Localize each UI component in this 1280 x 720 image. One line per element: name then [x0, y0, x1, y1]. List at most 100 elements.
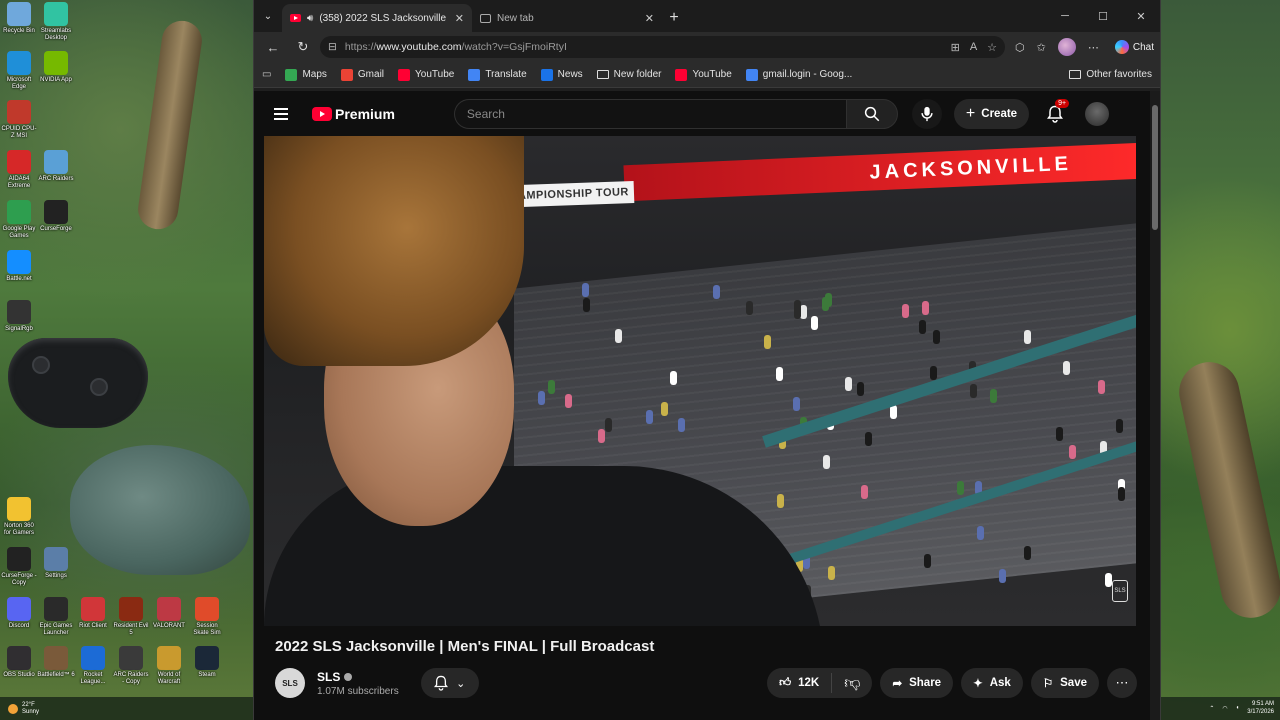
desktop-icon[interactable]: ARC Raiders - Copy [112, 646, 150, 686]
search-input[interactable]: Search [453, 98, 846, 129]
desktop-icon[interactable]: OBS Studio [0, 646, 38, 679]
search-button[interactable] [845, 98, 898, 129]
ask-button[interactable]: ✦ Ask [961, 668, 1023, 698]
scrollbar-thumb[interactable] [1152, 105, 1158, 230]
brand-label: Premium [335, 105, 395, 122]
dislike-button[interactable]: 👎︎ [832, 674, 872, 693]
chevron-up-icon[interactable]: ⌃ [1209, 705, 1214, 712]
video-player[interactable]: JACKSONVILLE NG CHAMPIONSHIP TOUR SLS [264, 136, 1136, 626]
more-actions-button[interactable]: ⋯ [1107, 668, 1137, 698]
desktop-icon[interactable]: SignalRgb [0, 300, 38, 333]
bookmark-item[interactable]: Gmail [340, 68, 384, 81]
save-button[interactable]: ⚐ Save [1030, 668, 1099, 698]
voice-search-button[interactable] [911, 98, 942, 129]
channel-name-row[interactable]: SLS [317, 670, 399, 684]
arc-raiders-icon [119, 646, 143, 670]
video-frame-spectator [957, 480, 964, 495]
channel-watermark[interactable]: SLS [1112, 580, 1128, 602]
desktop-icon[interactable]: Streamlabs Desktop [37, 2, 75, 42]
desktop-icon[interactable]: Settings [37, 547, 75, 580]
url-text[interactable]: https://www.youtube.com/watch?v=GsjFmoiR… [345, 41, 943, 53]
desktop-icon[interactable]: Resident Evil 5 [112, 597, 150, 637]
site-info-icon[interactable]: ⊟ [328, 41, 337, 53]
favorites-icon[interactable]: ✩ [1037, 41, 1046, 54]
address-bar[interactable]: ⊟ https://www.youtube.com/watch?v=GsjFmo… [320, 36, 1006, 58]
desktop-icon[interactable]: Google Play Games [0, 200, 38, 240]
close-window-button[interactable]: ✕ [1122, 0, 1160, 32]
bookmark-item[interactable]: Translate [468, 68, 527, 81]
profile-avatar[interactable] [1057, 38, 1076, 56]
desktop-icon[interactable]: Norton 360 for Gamers [0, 497, 38, 537]
bookmark-icon: ⚐ [1042, 678, 1054, 690]
other-favorites[interactable]: Other favorites [1069, 69, 1152, 80]
read-aloud-icon[interactable]: A [970, 41, 977, 54]
bookmark-item[interactable]: New folder [596, 69, 661, 81]
speaker-icon[interactable]: 🔊︎ [307, 13, 313, 24]
app-available-icon[interactable]: ⊞ [951, 41, 960, 54]
discord-icon [7, 597, 31, 621]
bookmark-item[interactable]: Maps [285, 68, 327, 81]
desktop-icon[interactable]: CurseForge - Copy [0, 547, 38, 587]
more-options-icon[interactable]: ⋯ [1088, 41, 1099, 54]
desktop-icon[interactable]: Session Skate Sim [188, 597, 226, 637]
clock-time: 9:51 AM [1251, 701, 1274, 707]
bookmark-item[interactable]: YouTube [675, 68, 732, 81]
notifications-button[interactable]: 9+ [1043, 98, 1070, 126]
desktop-icon[interactable]: Recycle Bin [0, 2, 38, 35]
youtube-premium-logo[interactable]: Premium [312, 106, 395, 122]
like-button[interactable]: 👍︎ 12K [767, 673, 833, 693]
wifi-icon[interactable]: ◠ [1222, 705, 1227, 712]
desktop-icon[interactable]: CPUID CPU-Z MSI [0, 100, 38, 140]
desktop-icon[interactable]: NVIDIA App [37, 51, 75, 84]
weather-temp: 22°F [22, 701, 35, 708]
favorite-star-icon[interactable]: ☆ [987, 41, 997, 54]
channel-avatar[interactable]: SLS [275, 668, 305, 698]
share-button[interactable]: ➦ Share [880, 668, 954, 698]
desktop-icon[interactable]: VALORANT [150, 597, 188, 630]
extension-icon[interactable]: ⬡ [1015, 41, 1025, 54]
page-scrollbar[interactable] [1150, 91, 1160, 720]
weather-widget[interactable]: 22°F Sunny [0, 702, 39, 716]
desktop-icon[interactable]: AIDA64 Extreme [0, 150, 38, 190]
bookmark-label: Translate [485, 69, 527, 80]
bookmark-item[interactable]: News [540, 68, 583, 81]
volume-icon[interactable]: ◖ [1236, 705, 1240, 711]
tab-actions-menu[interactable]: ⌄ [254, 0, 282, 32]
account-avatar[interactable] [1085, 101, 1110, 126]
maximize-button[interactable]: ☐ [1084, 0, 1122, 32]
desktop-icon[interactable]: Steam [188, 646, 226, 679]
video-frame-spectator [793, 300, 801, 315]
tab-groups-icon[interactable]: ▭ [262, 69, 271, 80]
video-banner-jacksonville: JACKSONVILLE [623, 142, 1136, 202]
refresh-button[interactable]: ↻ [290, 35, 316, 59]
desktop-icon[interactable]: ARC Raiders [37, 150, 75, 183]
desktop-icon[interactable]: Rocket League... [74, 646, 112, 686]
minimize-button[interactable]: ─ [1046, 0, 1084, 32]
bell-icon [434, 675, 449, 691]
new-tab-button[interactable]: + [662, 4, 686, 32]
back-button[interactable]: ← [260, 35, 286, 59]
desktop-icon[interactable]: Discord [0, 597, 38, 630]
chevron-down-icon: ⌄ [456, 677, 466, 690]
desktop-icon[interactable]: World of Warcraft [150, 646, 188, 686]
desktop-icon[interactable]: Battle.net [0, 250, 38, 283]
video-frame-spectator [1118, 486, 1126, 501]
desktop-icon[interactable]: Epic Games Launcher [37, 597, 75, 637]
desktop-icon[interactable]: Battlefield™ 6 [37, 646, 75, 679]
create-button[interactable]: + Create [953, 98, 1030, 129]
close-tab-icon[interactable]: ✕ [455, 12, 464, 25]
close-tab-icon[interactable]: ✕ [645, 12, 654, 25]
copilot-chat-button[interactable]: Chat [1114, 40, 1154, 54]
subscription-notifications-button[interactable]: ⌄ [420, 668, 479, 698]
clock[interactable]: 9:51 AM 3/17/2026 [1247, 700, 1274, 716]
menu-icon[interactable] [274, 107, 298, 120]
channel-info: SLS 1.07M subscribers [317, 670, 399, 697]
desktop-icon[interactable]: CurseForge [37, 200, 75, 233]
desktop-icon[interactable]: Microsoft Edge [0, 51, 38, 91]
bookmark-item[interactable]: YouTube [398, 68, 454, 81]
battlefield-icon [44, 646, 68, 670]
tab-new-tab[interactable]: New tab ✕ [472, 4, 662, 32]
bookmark-item[interactable]: gmail.login - Goog... [745, 68, 852, 81]
tab-youtube-video[interactable]: 🔊︎ (358) 2022 SLS Jacksonville | M ✕ [282, 4, 472, 32]
desktop-icon[interactable]: Riot Client [74, 597, 112, 630]
